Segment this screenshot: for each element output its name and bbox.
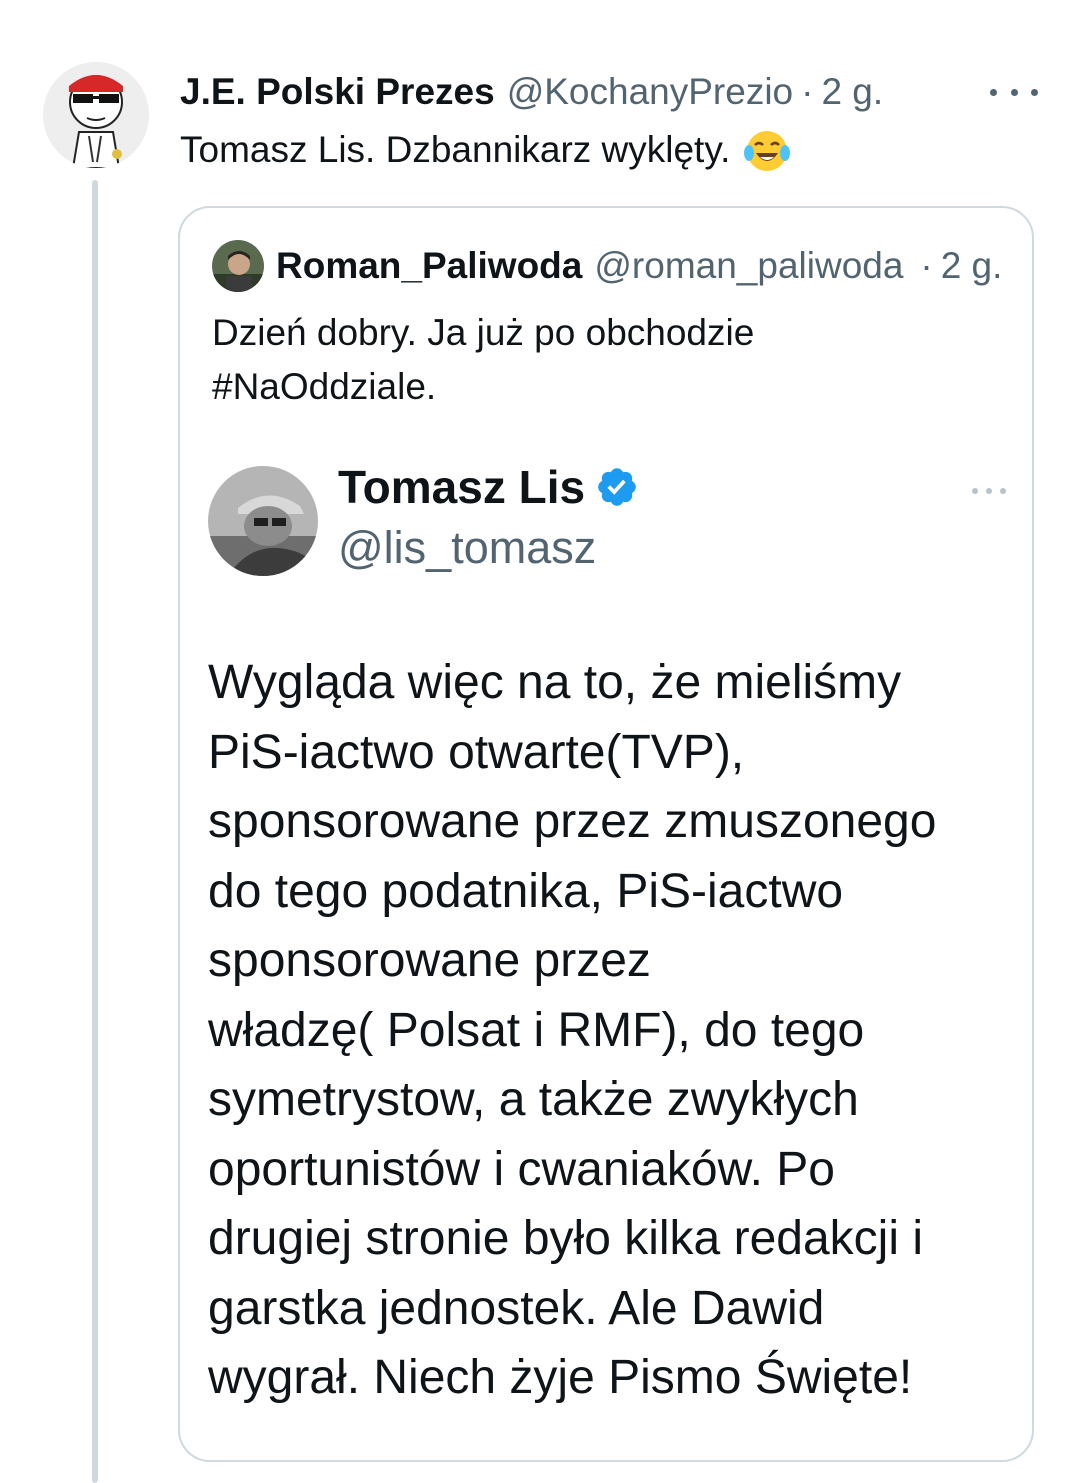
screenshot-text-line: drugiej stronie było kilka redakcji i xyxy=(208,1212,923,1265)
avatar-image xyxy=(43,62,149,168)
screenshot-author-handle: @lis_tomasz xyxy=(338,522,597,573)
verified-badge-icon xyxy=(598,468,636,506)
screenshot-tweet-body: Wygląda więc na to, że mieliśmy PiS-iact… xyxy=(208,648,1008,1413)
author-avatar[interactable] xyxy=(43,62,149,168)
quoted-text-line: Dzień dobry. Ja już po obchodzie xyxy=(212,312,755,353)
screenshot-text-line: PiS-iactwo otwarte(TVP), xyxy=(208,725,745,779)
screenshot-text-line: garstka jednostek. Ale Dawid xyxy=(208,1281,825,1335)
screenshot-avatar xyxy=(208,466,318,576)
dot xyxy=(1031,88,1038,96)
quoted-tweet-card[interactable]: Roman_Paliwoda @roman_paliwoda · 2 g. Dz… xyxy=(178,206,1034,1462)
screenshot-text-line: władzę( Polsat i RMF), do tego xyxy=(208,1003,865,1057)
author-handle[interactable]: @KochanyPrezio xyxy=(507,71,793,113)
screenshot-avatar-image xyxy=(208,466,318,576)
quoted-avatar-image xyxy=(212,240,264,292)
separator-dot: · xyxy=(920,245,933,286)
dot xyxy=(1010,88,1018,96)
tweet-timestamp[interactable]: 2 g. xyxy=(821,71,883,113)
screenshot-text-line: do tego podatnika, PiS-iactwo xyxy=(208,864,844,918)
quoted-author-avatar[interactable] xyxy=(212,240,264,292)
author-name[interactable]: J.E. Polski Prezes xyxy=(180,71,495,113)
dot xyxy=(972,488,978,494)
separator-dot: · xyxy=(801,71,814,112)
dot xyxy=(990,88,997,96)
screenshot-text-line: wygrał. Niech żyje Pismo Święte! xyxy=(208,1351,913,1404)
screenshot-text-line: sponsorowane przez zmuszonego xyxy=(208,795,937,848)
screenshot-author-name: Tomasz Lis xyxy=(338,460,639,514)
hashtag-link[interactable]: #NaOddziale. xyxy=(212,360,992,414)
screenshot-more-icon xyxy=(972,484,1006,498)
screenshot-text-line: symetrystow, a także zwykłych xyxy=(208,1073,859,1126)
thread-line xyxy=(92,180,98,1483)
tweet-text-content: Tomasz Lis. Dzbannikarz wyklęty. xyxy=(180,129,731,170)
screenshot-text-line: Wygląda więc na to, że mieliśmy xyxy=(208,656,902,709)
dot xyxy=(986,488,992,494)
screenshot-text-line: oportunistów i cwaniaków. Po xyxy=(208,1142,835,1196)
more-options-icon[interactable] xyxy=(990,78,1038,106)
screenshot-name-text: Tomasz Lis xyxy=(338,461,586,513)
screenshot-text-line: sponsorowane przez xyxy=(208,934,651,987)
tweet-header: J.E. Polski Prezes @KochanyPrezio · 2 g. xyxy=(180,66,970,118)
dot xyxy=(1000,488,1006,494)
quoted-tweet-timestamp[interactable]: 2 g. xyxy=(941,245,1003,287)
quoted-author-handle[interactable]: @roman_paliwoda xyxy=(594,245,912,287)
quoted-tweet-header: Roman_Paliwoda @roman_paliwoda · 2 g. xyxy=(212,240,1006,292)
tweet-text: Tomasz Lis. Dzbannikarz wyklęty. xyxy=(180,124,792,176)
quoted-tweet-text: Dzień dobry. Ja już po obchodzie #NaOddz… xyxy=(212,306,992,414)
quoted-author-name[interactable]: Roman_Paliwoda xyxy=(276,245,582,287)
laughing-emoji-icon xyxy=(744,131,791,171)
